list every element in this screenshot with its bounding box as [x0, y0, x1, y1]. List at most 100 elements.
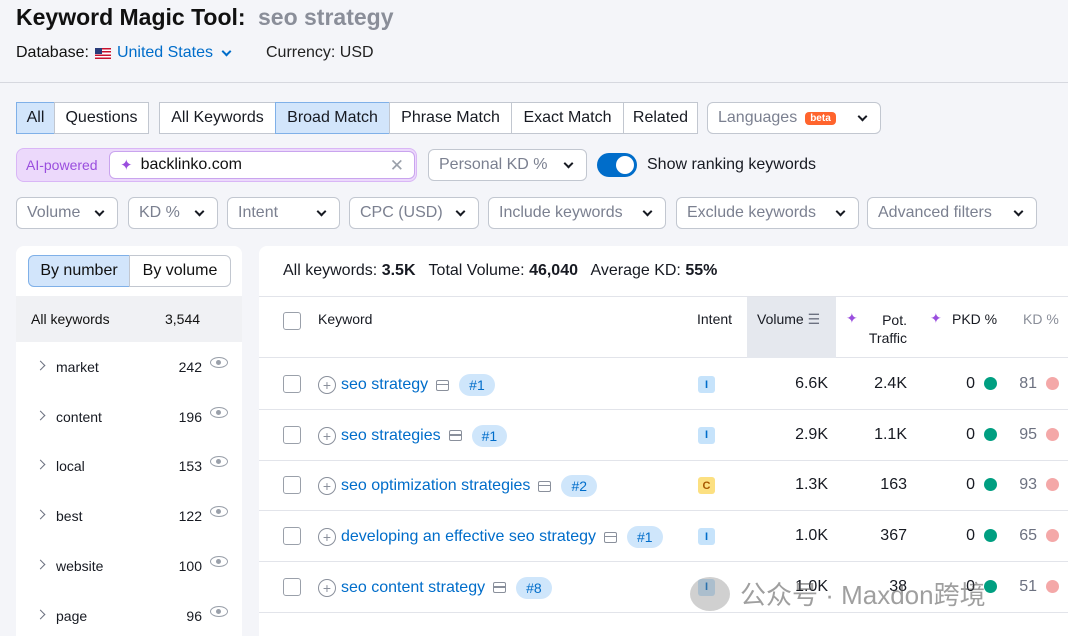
- rank-badge[interactable]: #1: [471, 424, 508, 447]
- eye-icon[interactable]: [210, 555, 228, 567]
- volume-filter[interactable]: Volume: [16, 197, 118, 229]
- tab-related[interactable]: Related: [623, 102, 698, 134]
- tab-all[interactable]: All: [16, 102, 55, 134]
- serp-icon[interactable]: [538, 480, 552, 492]
- personal-kd-dropdown[interactable]: Personal KD %: [428, 149, 587, 181]
- summary-volume-value: 46,040: [529, 262, 578, 279]
- chevron-right-icon[interactable]: [35, 459, 46, 470]
- rank-badge[interactable]: #1: [459, 374, 495, 396]
- tab-all-keywords[interactable]: All Keywords: [159, 102, 276, 134]
- pkd-dot: [984, 478, 997, 492]
- rank-badge[interactable]: #8: [516, 576, 552, 599]
- kd-dot: [1046, 478, 1059, 492]
- keyword-group-item[interactable]: website 100: [16, 555, 242, 574]
- kd-value: 65: [1019, 527, 1037, 545]
- pkd-value: 0: [966, 375, 975, 392]
- intent-filter-label: Intent: [238, 204, 279, 221]
- chevron-down-icon: [316, 206, 327, 216]
- eye-icon[interactable]: [210, 357, 228, 368]
- tab-broad-match[interactable]: Broad Match: [275, 102, 390, 134]
- tab-phrase-match[interactable]: Phrase Match: [389, 102, 512, 134]
- chevron-down-icon: [94, 206, 105, 216]
- add-keyword-icon[interactable]: +: [318, 578, 336, 597]
- all-keywords-group[interactable]: All keywords 3,544: [16, 296, 242, 342]
- chevron-right-icon[interactable]: [35, 410, 46, 421]
- keyword-group-item[interactable]: local 153: [16, 456, 242, 475]
- keyword-link[interactable]: seo strategy: [341, 376, 428, 394]
- eye-icon[interactable]: [210, 406, 228, 418]
- keyword-group-item[interactable]: content 196: [16, 406, 242, 425]
- row-checkbox[interactable]: [283, 577, 301, 596]
- keyword-link[interactable]: seo content strategy: [341, 579, 485, 597]
- keyword-cell: + developing an effective seo strategy #1: [318, 526, 663, 549]
- domain-value: backlinko.com: [140, 156, 242, 173]
- all-keywords-count: 3,544: [165, 311, 201, 327]
- group-name: website: [56, 557, 104, 574]
- chevron-down-icon: [221, 46, 232, 56]
- tab-questions[interactable]: Questions: [54, 102, 149, 134]
- chevron-down-icon: [1013, 206, 1024, 216]
- keyword-link[interactable]: seo optimization strategies: [341, 477, 530, 495]
- by-number-button[interactable]: By number: [28, 255, 130, 287]
- domain-input[interactable]: ✦ backlinko.com ✕: [109, 151, 415, 179]
- col-pkd[interactable]: PKD %: [952, 311, 997, 327]
- cpc-filter[interactable]: CPC (USD): [349, 197, 479, 229]
- group-count: 153: [178, 458, 202, 475]
- keyword-link[interactable]: developing an effective seo strategy: [341, 528, 596, 546]
- traffic-value: 163: [880, 476, 907, 494]
- serp-icon[interactable]: [448, 430, 462, 442]
- show-ranking-toggle[interactable]: [597, 153, 637, 177]
- row-checkbox[interactable]: [283, 425, 301, 444]
- add-keyword-icon[interactable]: +: [318, 528, 336, 547]
- by-volume-button[interactable]: By volume: [129, 255, 231, 287]
- row-checkbox[interactable]: [283, 375, 301, 393]
- col-pot-traffic[interactable]: Pot. Traffic: [857, 311, 907, 347]
- add-keyword-icon[interactable]: +: [318, 376, 336, 394]
- intent-filter[interactable]: Intent: [227, 197, 340, 229]
- keyword-group-item[interactable]: market 242: [16, 357, 242, 375]
- traffic-value: 367: [880, 527, 907, 545]
- eye-icon[interactable]: [210, 605, 228, 617]
- keyword-groups-panel: By number By volume All keywords 3,544 m…: [16, 246, 242, 636]
- col-keyword[interactable]: Keyword: [318, 311, 372, 327]
- languages-dropdown[interactable]: Languages beta: [707, 102, 881, 134]
- database-select[interactable]: United States: [94, 44, 234, 62]
- eye-icon[interactable]: [210, 506, 228, 518]
- exclude-keywords-filter[interactable]: Exclude keywords: [676, 197, 859, 229]
- serp-icon[interactable]: [603, 531, 617, 543]
- eye-icon[interactable]: [210, 456, 228, 468]
- intent-badge: I: [698, 528, 715, 546]
- beta-badge: beta: [805, 111, 836, 125]
- chevron-right-icon[interactable]: [35, 559, 46, 570]
- kd-dot: [1046, 377, 1059, 390]
- serp-icon[interactable]: [436, 379, 450, 391]
- us-flag-icon: [94, 47, 111, 59]
- keyword-group-item[interactable]: best 122: [16, 506, 242, 525]
- keyword-link[interactable]: seo strategies: [341, 427, 441, 445]
- col-kd[interactable]: KD %: [1023, 311, 1059, 327]
- rank-badge[interactable]: #2: [561, 475, 598, 498]
- chevron-right-icon[interactable]: [35, 509, 46, 520]
- keyword-group-item[interactable]: page 96: [16, 605, 242, 624]
- serp-icon[interactable]: [493, 582, 507, 594]
- sparkle-icon: ✦: [930, 310, 942, 326]
- volume-filter-label: Volume: [27, 204, 81, 221]
- include-keywords-filter[interactable]: Include keywords: [488, 197, 666, 229]
- col-volume[interactable]: Volume ☰: [757, 311, 820, 328]
- rank-badge[interactable]: #1: [626, 526, 663, 549]
- chevron-right-icon[interactable]: [35, 360, 46, 371]
- add-keyword-icon[interactable]: +: [318, 426, 336, 445]
- include-keywords-label: Include keywords: [499, 204, 623, 221]
- group-name: best: [56, 508, 83, 525]
- sparkle-icon: ✦: [120, 157, 133, 174]
- select-all-checkbox[interactable]: [283, 312, 301, 330]
- col-intent[interactable]: Intent: [697, 311, 732, 327]
- tab-exact-match[interactable]: Exact Match: [511, 102, 624, 134]
- row-checkbox[interactable]: [283, 476, 301, 495]
- advanced-filters[interactable]: Advanced filters: [867, 197, 1037, 229]
- row-checkbox[interactable]: [283, 527, 301, 546]
- clear-icon[interactable]: ✕: [390, 156, 404, 176]
- chevron-right-icon[interactable]: [35, 609, 46, 619]
- add-keyword-icon[interactable]: +: [318, 477, 336, 496]
- kd-filter[interactable]: KD %: [128, 197, 218, 229]
